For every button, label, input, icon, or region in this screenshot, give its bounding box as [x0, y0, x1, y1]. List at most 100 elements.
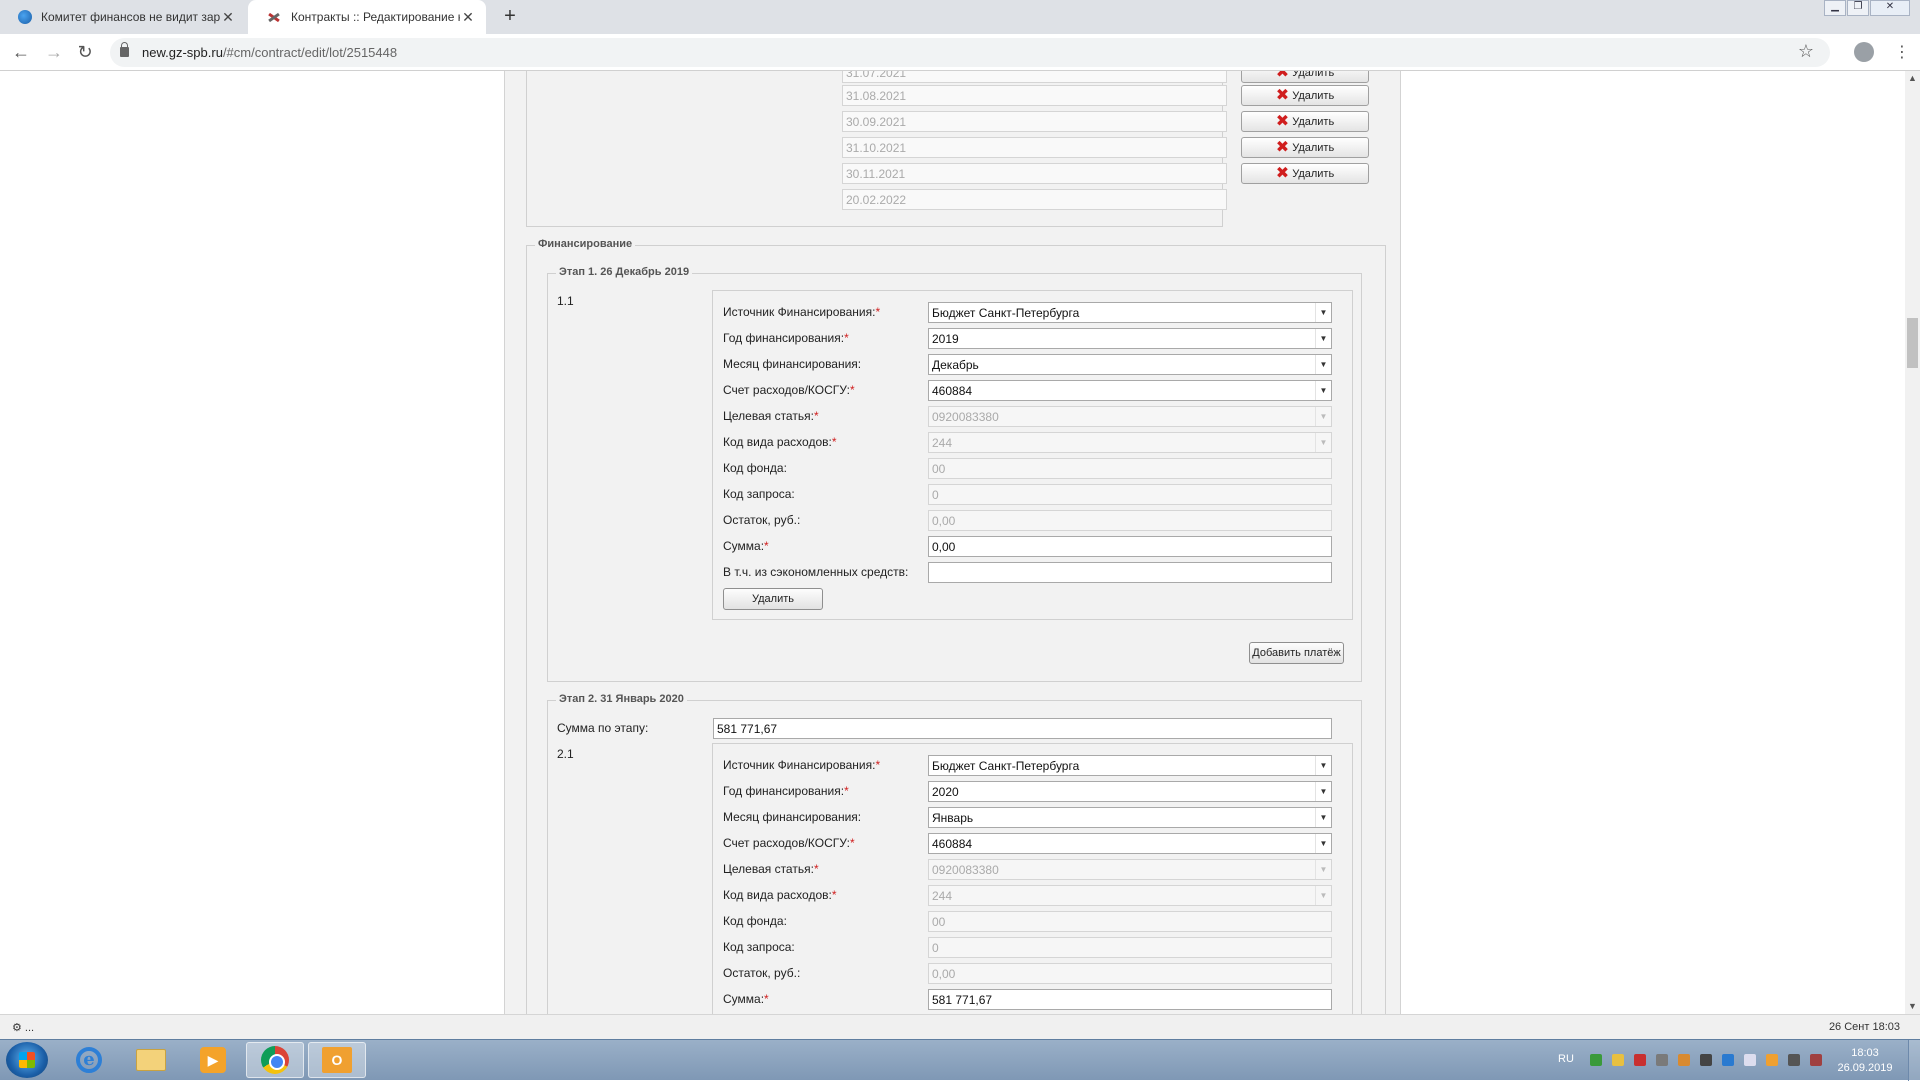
select-value: 0920083380: [932, 863, 999, 877]
year-select[interactable]: 2020 ▼: [928, 781, 1332, 802]
date-input[interactable]: 31.07.2021: [842, 71, 1227, 83]
fund-code-label: Код фонда:: [723, 914, 787, 928]
language-indicator[interactable]: RU: [1558, 1053, 1574, 1065]
shield-icon[interactable]: [1590, 1054, 1602, 1066]
network-icon[interactable]: [1788, 1054, 1800, 1066]
folder-icon: [136, 1049, 166, 1071]
sum-input[interactable]: 581 771,67: [928, 989, 1332, 1010]
status-left: ⚙ ...: [12, 1021, 34, 1034]
lock-icon: [120, 42, 129, 57]
target-label: Целевая статья:*: [723, 862, 819, 876]
profile-avatar-icon[interactable]: [1854, 42, 1874, 62]
delete-date-button[interactable]: ✖ Удалить: [1241, 71, 1369, 83]
menu-kebab-icon[interactable]: ⋮: [1894, 42, 1910, 62]
delete-date-button[interactable]: ✖ Удалить: [1241, 137, 1369, 158]
back-icon[interactable]: ←: [9, 40, 33, 64]
chevron-down-icon: ▼: [1315, 329, 1331, 348]
system-clock[interactable]: 18:03 26.09.2019: [1830, 1046, 1900, 1076]
source-select[interactable]: Бюджет Санкт-Петербурга ▼: [928, 755, 1332, 776]
label-text: Год финансирования:: [723, 784, 845, 798]
tab-title: Комитет финансов не видит зар: [41, 10, 220, 24]
network-share-icon[interactable]: [1722, 1054, 1734, 1066]
delete-date-button[interactable]: ✖ Удалить: [1241, 111, 1369, 132]
chevron-down-icon: ▼: [1315, 808, 1331, 827]
date-input[interactable]: 31.10.2021: [842, 137, 1227, 158]
antivirus-icon[interactable]: [1634, 1054, 1646, 1066]
date-input[interactable]: 30.11.2021: [842, 163, 1227, 184]
taskbar-explorer[interactable]: [122, 1042, 180, 1078]
label-text: Год финансирования:: [723, 331, 845, 345]
new-tab-button[interactable]: +: [498, 4, 522, 30]
keyboard-icon[interactable]: [1700, 1054, 1712, 1066]
month-label: Месяц финансирования:: [723, 357, 862, 371]
year-label: Год финансирования:*: [723, 331, 849, 345]
account-select[interactable]: 460884 ▼: [928, 380, 1332, 401]
taskbar-outlook[interactable]: O: [308, 1042, 366, 1078]
forward-icon[interactable]: →: [42, 40, 66, 64]
scroll-up-icon[interactable]: ▲: [1905, 71, 1920, 86]
url-host: new.gz-spb.ru: [142, 45, 223, 60]
stage-sum-label: Сумма по этапу:: [557, 721, 649, 735]
volume-muted-icon[interactable]: [1810, 1054, 1822, 1066]
source-label: Источник Финансирования:*: [723, 758, 880, 772]
address-bar[interactable]: new.gz-spb.ru/#cm/contract/edit/lot/2515…: [110, 38, 1830, 67]
browser-tab-2[interactable]: Контракты :: Редактирование к ✕: [248, 0, 486, 34]
savings-input[interactable]: [928, 562, 1332, 583]
financing-legend: Финансирование: [535, 238, 636, 250]
tools-tray-icon[interactable]: [1656, 1054, 1668, 1066]
flag-icon[interactable]: [1744, 1054, 1756, 1066]
start-button[interactable]: [6, 1042, 48, 1078]
month-select[interactable]: Декабрь ▼: [928, 354, 1332, 375]
label-text: Код вида расходов:: [723, 888, 832, 902]
show-desktop-button[interactable]: [1908, 1040, 1920, 1081]
delete-date-button[interactable]: ✖ Удалить: [1241, 163, 1369, 184]
chevron-down-icon: ▼: [1315, 433, 1331, 452]
mail-icon[interactable]: [1612, 1054, 1624, 1066]
taskbar-media-player[interactable]: ▶: [184, 1042, 242, 1078]
gear-icon: ⚙: [12, 1022, 25, 1034]
delete-date-button[interactable]: ✖ Удалить: [1241, 85, 1369, 106]
bookmark-star-icon[interactable]: ☆: [1798, 41, 1814, 62]
chevron-down-icon: ▼: [1315, 860, 1331, 879]
taskbar-internet-explorer[interactable]: e: [60, 1042, 118, 1078]
reload-icon[interactable]: ↻: [73, 40, 97, 64]
stage-sum-input[interactable]: 581 771,67: [713, 718, 1332, 739]
required-marker: *: [831, 888, 837, 902]
cloud-icon[interactable]: [1678, 1054, 1690, 1066]
scroll-down-icon[interactable]: ▼: [1905, 999, 1920, 1014]
source-select[interactable]: Бюджет Санкт-Петербурга ▼: [928, 302, 1332, 323]
chevron-down-icon: ▼: [1315, 782, 1331, 801]
scrollbar-thumb[interactable]: [1907, 318, 1918, 368]
date-input[interactable]: 31.08.2021: [842, 85, 1227, 106]
restore-icon[interactable]: ❐: [1847, 0, 1869, 16]
label-text: Источник Финансирования:: [723, 305, 876, 319]
chevron-down-icon: ▼: [1315, 886, 1331, 905]
close-icon[interactable]: ✕: [220, 9, 236, 26]
add-payment-button[interactable]: Добавить платёж: [1249, 642, 1344, 664]
request-code-input: 0: [928, 484, 1332, 505]
minimize-icon[interactable]: ▁: [1824, 0, 1846, 16]
chevron-down-icon: ▼: [1315, 407, 1331, 426]
account-select[interactable]: 460884 ▼: [928, 833, 1332, 854]
chevron-down-icon: ▼: [1315, 834, 1331, 853]
taskbar-chrome[interactable]: [246, 1042, 304, 1078]
button-label: Удалить: [1292, 168, 1335, 180]
date-input[interactable]: 20.02.2022: [842, 189, 1227, 210]
required-marker: *: [831, 435, 837, 449]
browser-tab-1[interactable]: Комитет финансов не видит зар ✕: [0, 0, 246, 34]
date-input[interactable]: 30.09.2021: [842, 111, 1227, 132]
url-text: new.gz-spb.ru/#cm/contract/edit/lot/2515…: [142, 45, 397, 60]
year-select[interactable]: 2019 ▼: [928, 328, 1332, 349]
media-player-icon: ▶: [200, 1047, 226, 1073]
clock-date: 26.09.2019: [1837, 1062, 1893, 1074]
close-window-icon[interactable]: ✕: [1870, 0, 1910, 16]
page-scrollbar[interactable]: ▲ ▼: [1905, 71, 1920, 1014]
sum-input[interactable]: 0,00: [928, 536, 1332, 557]
outlook-tray-icon[interactable]: [1766, 1054, 1778, 1066]
account-label: Счет расходов/КОСГУ:*: [723, 383, 855, 397]
balance-label: Остаток, руб.:: [723, 966, 801, 980]
delete-payment-button[interactable]: Удалить: [723, 588, 823, 610]
month-select[interactable]: Январь ▼: [928, 807, 1332, 828]
close-icon[interactable]: ✕: [460, 9, 476, 26]
month-label: Месяц финансирования:: [723, 810, 862, 824]
